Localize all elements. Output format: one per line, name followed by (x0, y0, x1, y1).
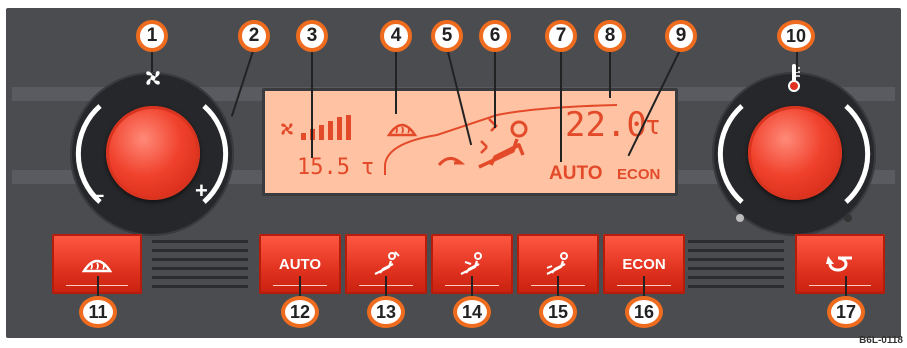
callout-10: 10 (777, 20, 815, 52)
thermometer-icon (788, 64, 800, 92)
leader-13 (385, 276, 387, 296)
callout-13: 13 (367, 296, 405, 328)
fan-icon (146, 71, 160, 85)
callout-3: 3 (296, 20, 328, 52)
callout-8: 8 (594, 20, 626, 52)
fan-speed-knob[interactable] (106, 106, 200, 200)
callout-2: 2 (238, 20, 270, 52)
seat-footwell-airflow-icon (546, 252, 568, 275)
callout-9: 9 (665, 20, 697, 52)
leader-8 (609, 48, 611, 98)
seat-windshield-airflow-icon (374, 251, 400, 275)
leader-11 (97, 276, 99, 296)
interior-temp-unit: τ (361, 155, 375, 180)
image-code: B6L-0118 (859, 335, 903, 346)
auto-button-label: AUTO (278, 255, 322, 273)
recirculation-button[interactable] (795, 234, 885, 294)
leader-16 (643, 276, 645, 296)
callout-11: 11 (79, 296, 117, 328)
callout-4: 4 (380, 20, 412, 52)
climate-control-figure: – + 15.5 τ 22.0 τ AUTO ECON AUTO ECON 1 … (0, 0, 907, 348)
callout-12: 12 (281, 296, 319, 328)
econ-button-label: ECON (622, 255, 666, 273)
callout-14: 14 (453, 296, 491, 328)
fan-minus-label: – (92, 182, 105, 207)
seat-upper-airflow-icon (460, 252, 482, 275)
seat-airflow-icon (478, 118, 528, 169)
callout-17: 17 (827, 296, 865, 328)
fan-plus-label: + (195, 178, 208, 203)
leader-6 (494, 48, 496, 128)
leader-14 (471, 276, 473, 296)
leader-4 (395, 48, 397, 114)
leader-7 (560, 48, 562, 162)
callout-15: 15 (539, 296, 577, 328)
vent-grille-right (688, 240, 784, 294)
callout-7: 7 (545, 20, 577, 52)
temperature-knob[interactable] (748, 106, 842, 200)
vent-grille-left (152, 240, 248, 294)
fan-level-bars (301, 115, 351, 140)
leader-15 (557, 276, 559, 296)
callout-5: 5 (431, 20, 463, 52)
callout-16: 16 (625, 296, 663, 328)
leader-3 (311, 48, 313, 158)
callout-1: 1 (136, 20, 168, 52)
recirculation-icon (826, 256, 852, 272)
lcd-econ-indicator: ECON (617, 166, 661, 183)
lcd-fan-icon (281, 123, 293, 135)
lcd-auto-indicator: AUTO (549, 163, 603, 184)
leader-12 (299, 276, 301, 296)
windshield-defrost-icon (82, 259, 112, 273)
callout-6: 6 (479, 20, 511, 52)
interior-temp-value: 15.5 (297, 155, 350, 180)
leader-17 (845, 276, 847, 296)
